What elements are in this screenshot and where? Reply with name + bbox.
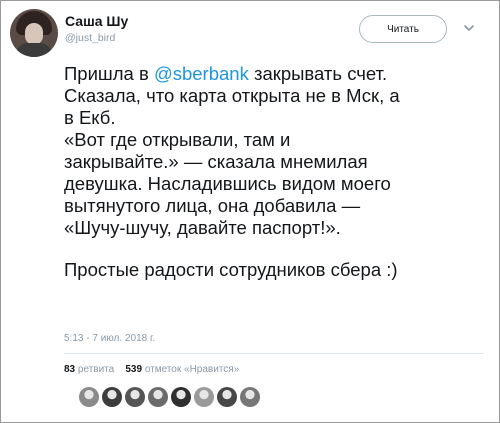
liker-avatar-2[interactable]	[102, 387, 122, 407]
tweet-card: Саша Шу @just_bird Читать Пришла в @sber…	[0, 0, 500, 423]
liker-avatar-1[interactable]	[79, 387, 99, 407]
liker-avatar-5[interactable]	[171, 387, 191, 407]
tweet-text: Пришла в @sberbank закрывать счет. Сказа…	[64, 63, 484, 281]
follow-button[interactable]: Читать	[359, 15, 447, 43]
tweet-line-4: «Вот где открывали, там и	[64, 129, 291, 150]
tweet-line-3: в Екб.	[64, 107, 116, 128]
follow-button-label: Читать	[387, 23, 419, 35]
liker-avatar-3[interactable]	[125, 387, 145, 407]
tweet-line-9: Простые радости сотрудников сбера :)	[64, 259, 398, 280]
timestamp[interactable]: 5:13 - 7 июл. 2018 г.	[64, 333, 155, 344]
user-handle[interactable]: @just_bird	[65, 32, 115, 44]
liker-avatar-6[interactable]	[194, 387, 214, 407]
divider	[64, 353, 484, 354]
liker-avatar-8[interactable]	[240, 387, 260, 407]
likes-stat[interactable]: 539 отметок «Нравится»	[125, 364, 239, 375]
mention-link[interactable]: @sberbank	[154, 63, 249, 84]
engagement-stats: 83 ретвита 539 отметок «Нравится»	[64, 364, 239, 375]
user-name[interactable]: Саша Шу	[65, 13, 128, 29]
tweet-line-1: Пришла в @sberbank закрывать счет.	[64, 63, 388, 84]
retweets-stat[interactable]: 83 ретвита	[64, 364, 114, 375]
tweet-line-6: девушка. Насладившись видом моего	[64, 173, 391, 194]
tweet-line-7: вытянутого лица, она добавила —	[64, 195, 361, 216]
tweet-line-8: «Шучу-шучу, давайте паспорт!».	[64, 217, 341, 238]
liker-avatars	[79, 387, 260, 409]
liker-avatar-7[interactable]	[217, 387, 237, 407]
tweet-line-5: закрывайте.» — сказала мнемилая	[64, 151, 368, 172]
chevron-down-icon[interactable]	[462, 21, 476, 35]
avatar[interactable]	[10, 9, 58, 57]
liker-avatar-4[interactable]	[148, 387, 168, 407]
tweet-line-2: Сказала, что карта открыта не в Мск, а	[64, 85, 400, 106]
